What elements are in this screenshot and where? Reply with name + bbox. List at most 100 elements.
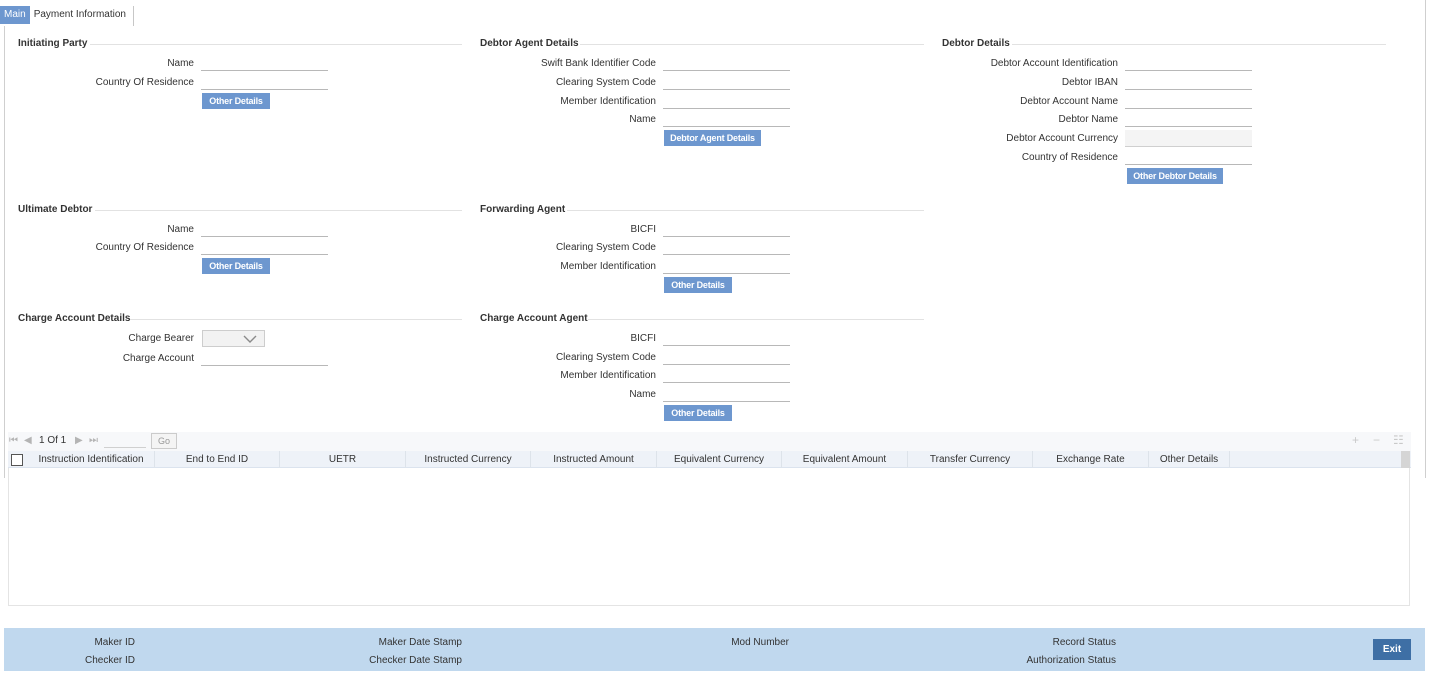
debtor-iban-label: Debtor IBAN [1061,77,1118,88]
grid-toolbar [8,432,1411,451]
charge-agent-member-input[interactable] [663,369,790,383]
initiating-party-country-input[interactable] [201,76,328,90]
charge-agent-title: Charge Account Agent [480,313,588,324]
swift-bic-input[interactable] [663,57,790,71]
debtor-account-name-input[interactable] [1125,95,1252,109]
section-divider [588,319,924,320]
col-other-details[interactable]: Other Details [1149,451,1230,468]
next-page-icon[interactable]: ▶ [75,435,83,446]
forwarding-other-details-button[interactable]: Other Details [664,277,732,293]
chevron-down-icon [243,335,257,343]
charge-agent-bicfi-input[interactable] [663,332,790,346]
audit-footer [4,628,1425,671]
debtor-account-currency-label: Debtor Account Currency [1006,133,1118,144]
select-all-checkbox[interactable] [11,454,23,466]
initiating-party-other-details-button[interactable]: Other Details [202,93,270,109]
col-instructed-amount[interactable]: Instructed Amount [531,451,657,468]
col-equivalent-amount[interactable]: Equivalent Amount [782,451,908,468]
debtor-agent-clearing-input[interactable] [663,76,790,90]
charge-account-label: Charge Account [122,353,194,364]
forwarding-bicfi-input[interactable] [663,223,790,237]
col-transfer-currency[interactable]: Transfer Currency [908,451,1033,468]
charge-agent-clearing-label: Clearing System Code [555,352,656,363]
page-indicator: 1 Of 1 [39,435,67,446]
charge-agent-bicfi-label: BICFI [630,333,656,344]
page-number-input[interactable] [104,434,146,448]
charge-agent-name-label: Name [629,389,656,400]
col-exchange-rate[interactable]: Exchange Rate [1033,451,1149,468]
forwarding-agent-title: Forwarding Agent [480,204,566,215]
grid-body [8,468,1410,606]
debtor-country-label: Country of Residence [1021,152,1118,163]
forwarding-bicfi-label: BICFI [630,224,656,235]
debtor-name-input[interactable] [1125,113,1252,127]
tab-bar: Main Payment Information [0,6,134,26]
tab-payment-information[interactable]: Payment Information [30,6,130,24]
forwarding-member-label: Member Identification [560,261,656,272]
charge-agent-member-label: Member Identification [560,370,656,381]
section-divider [90,44,462,45]
swift-bic-label: Swift Bank Identifier Code [540,58,656,69]
section-divider [95,210,462,211]
forwarding-clearing-label: Clearing System Code [555,242,656,253]
debtor-agent-member-input[interactable] [663,95,790,109]
ultimate-debtor-country-input[interactable] [201,241,328,255]
single-view-icon[interactable]: ☷ [1393,433,1404,447]
forwarding-member-input[interactable] [663,260,790,274]
go-button[interactable]: Go [151,433,177,449]
grid-scrollbar[interactable] [1401,451,1410,468]
charge-agent-other-details-button[interactable]: Other Details [664,405,732,421]
authorization-status-label: Authorization Status [1026,655,1117,666]
debtor-country-input[interactable] [1125,151,1252,165]
debtor-agent-clearing-label: Clearing System Code [555,77,656,88]
tab-main[interactable]: Main [0,6,30,24]
mod-number-label: Mod Number [731,637,789,648]
checker-id-label: Checker ID [84,655,135,666]
charge-agent-clearing-input[interactable] [663,351,790,365]
col-instruction-identification[interactable]: Instruction Identification [28,451,155,468]
debtor-agent-member-label: Member Identification [560,96,656,107]
charge-account-title: Charge Account Details [18,313,131,324]
charge-bearer-label: Charge Bearer [128,333,194,344]
col-end-to-end-id[interactable]: End to End ID [155,451,280,468]
debtor-account-id-input[interactable] [1125,57,1252,71]
charge-bearer-select[interactable] [202,330,265,347]
debtor-agent-name-label: Name [629,114,656,125]
debtor-agent-details-button[interactable]: Debtor Agent Details [664,130,761,146]
other-debtor-details-button[interactable]: Other Debtor Details [1127,168,1223,184]
ultimate-debtor-other-details-button[interactable]: Other Details [202,258,270,274]
panel-right-border [1425,0,1426,478]
charge-account-input[interactable] [201,352,328,366]
forwarding-clearing-input[interactable] [663,241,790,255]
section-divider [130,319,462,320]
debtor-account-currency-input [1125,130,1252,147]
col-equivalent-currency[interactable]: Equivalent Currency [657,451,782,468]
maker-id-label: Maker ID [94,637,135,648]
debtor-agent-name-input[interactable] [663,113,790,127]
last-page-icon[interactable]: ⏭ [89,435,98,446]
record-status-label: Record Status [1052,637,1116,648]
ultimate-debtor-country-label: Country Of Residence [95,242,194,253]
debtor-name-label: Debtor Name [1058,114,1118,125]
exit-button[interactable]: Exit [1373,639,1411,660]
section-divider [567,210,924,211]
col-uetr[interactable]: UETR [280,451,406,468]
debtor-agent-title: Debtor Agent Details [480,38,579,49]
ultimate-debtor-name-input[interactable] [201,223,328,237]
initiating-party-name-input[interactable] [201,57,328,71]
section-divider [580,44,924,45]
panel-left-border [4,26,5,478]
first-page-icon[interactable]: ⏮ [9,435,18,446]
add-row-icon[interactable]: + [1352,433,1359,447]
initiating-party-title: Initiating Party [18,38,88,49]
debtor-details-title: Debtor Details [942,38,1010,49]
charge-agent-name-input[interactable] [663,388,790,402]
debtor-iban-input[interactable] [1125,76,1252,90]
delete-row-icon[interactable]: − [1373,433,1380,447]
col-instructed-currency[interactable]: Instructed Currency [406,451,531,468]
prev-page-icon[interactable]: ◀ [24,435,32,446]
debtor-account-name-label: Debtor Account Name [1020,96,1118,107]
initiating-party-country-label: Country Of Residence [95,77,194,88]
ultimate-debtor-title: Ultimate Debtor [18,204,93,215]
checker-date-stamp-label: Checker Date Stamp [369,655,462,666]
